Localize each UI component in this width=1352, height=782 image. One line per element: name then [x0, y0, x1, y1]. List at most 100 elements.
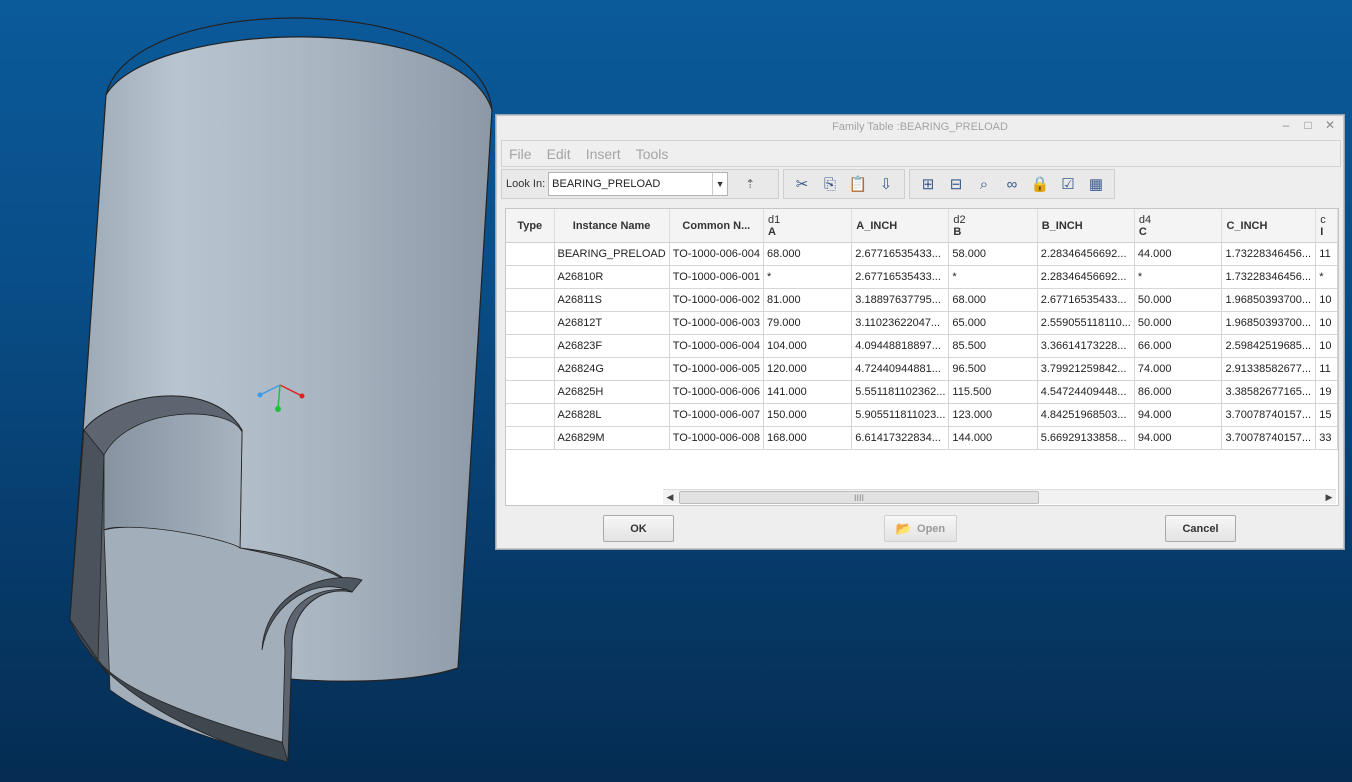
table-cell[interactable]	[506, 403, 555, 427]
table-cell[interactable]: 4.72440944881...	[851, 357, 950, 381]
table-cell[interactable]: 15	[1315, 403, 1338, 427]
table-cell[interactable]: 144.000	[948, 426, 1038, 450]
scroll-thumb[interactable]: IIII	[679, 491, 1039, 504]
table-cell[interactable]: TO-1000-006-007	[669, 403, 764, 427]
dialog-titlebar[interactable]: Family Table :BEARING_PRELOAD ‒ □ ✕	[497, 116, 1343, 138]
find-icon[interactable]: ⌕	[972, 172, 996, 196]
table-cell[interactable]: TO-1000-006-005	[669, 357, 764, 381]
table-cell[interactable]: 94.000	[1134, 426, 1223, 450]
table-cell[interactable]: 150.000	[763, 403, 853, 427]
table-cell[interactable]: 44.000	[1134, 242, 1223, 266]
table-cell[interactable]: 3.79921259842...	[1037, 357, 1135, 381]
table-cell[interactable]: 2.559055118110...	[1037, 311, 1135, 335]
column-header[interactable]: A_INCH	[851, 209, 950, 243]
column-header[interactable]: Type	[506, 209, 555, 243]
cut-icon[interactable]: ✂	[790, 172, 814, 196]
table-cell[interactable]: 74.000	[1134, 357, 1223, 381]
table-row[interactable]: A26812T TO-1000-006-003 79.000 3.1102362204…	[506, 311, 1338, 335]
table-view-icon[interactable]: ▦	[1084, 172, 1108, 196]
copy-icon[interactable]: ⎘	[818, 172, 842, 196]
table-cell[interactable]: 81.000	[763, 288, 853, 312]
table-cell[interactable]: 1.96850393700...	[1221, 288, 1317, 312]
column-header[interactable]: d2 B	[948, 209, 1038, 243]
table-cell[interactable]: 66.000	[1134, 334, 1223, 358]
table-row[interactable]: A26828L TO-1000-006-007 150.000 5.905511811…	[506, 403, 1338, 427]
table-row[interactable]: A26829M TO-1000-006-008 168.000 6.614173228…	[506, 426, 1338, 450]
table-cell[interactable]: 50.000	[1134, 311, 1223, 335]
table-cell[interactable]	[506, 357, 555, 381]
table-cell[interactable]: 104.000	[763, 334, 853, 358]
chevron-down-icon[interactable]: ▼	[712, 173, 727, 195]
table-row[interactable]: A26825H TO-1000-006-006 141.000 5.551181102…	[506, 380, 1338, 404]
table-cell[interactable]: 10	[1315, 311, 1338, 335]
table-row[interactable]: A26811S TO-1000-006-002 81.000 3.1889763779…	[506, 288, 1338, 312]
table-cell[interactable]: 86.000	[1134, 380, 1223, 404]
table-cell[interactable]: 2.91338582677...	[1221, 357, 1317, 381]
family-table-dialog[interactable]: Family Table :BEARING_PRELOAD ‒ □ ✕ File…	[496, 115, 1344, 549]
table-cell[interactable]: 68.000	[948, 288, 1038, 312]
look-in-select[interactable]: BEARING_PRELOAD ▼	[548, 172, 729, 196]
table-cell[interactable]: 4.54724409448...	[1037, 380, 1135, 404]
family-table-grid[interactable]: Type Instance Name Common N... d1 A A_INCH d2 B…	[505, 208, 1339, 506]
cancel-button[interactable]: Cancel	[1165, 515, 1236, 542]
column-header[interactable]: cI	[1315, 209, 1338, 243]
menu-tools[interactable]: Tools	[636, 146, 669, 162]
check-icon[interactable]: ☑	[1056, 172, 1080, 196]
table-cell[interactable]: 141.000	[763, 380, 853, 404]
table-cell[interactable]: 10	[1315, 334, 1338, 358]
table-cell[interactable]: 58.000	[948, 242, 1038, 266]
minimize-icon[interactable]: ‒	[1279, 118, 1293, 132]
column-header[interactable]: B_INCH	[1037, 209, 1135, 243]
table-cell[interactable]: A26824G	[554, 357, 670, 381]
table-cell[interactable]: A26810R	[554, 265, 670, 289]
ok-button[interactable]: OK	[603, 515, 674, 542]
column-header[interactable]: d4 C	[1134, 209, 1223, 243]
table-cell[interactable]: 2.59842519685...	[1221, 334, 1317, 358]
menu-file[interactable]: File	[509, 146, 532, 162]
table-cell[interactable]: TO-1000-006-006	[669, 380, 764, 404]
table-cell[interactable]: *	[1134, 265, 1223, 289]
insert-instance-icon[interactable]: ⊟	[944, 172, 968, 196]
table-cell[interactable]: 5.905511811023...	[851, 403, 950, 427]
table-row[interactable]: A26823F TO-1000-006-004 104.000 4.094488188…	[506, 334, 1338, 358]
scroll-right-icon[interactable]: ▶	[1322, 490, 1336, 504]
open-button[interactable]: 📂 Open	[884, 515, 957, 542]
column-header[interactable]: Instance Name	[554, 209, 670, 243]
table-cell[interactable]: 50.000	[1134, 288, 1223, 312]
table-cell[interactable]: 4.09448818897...	[851, 334, 950, 358]
table-cell[interactable]: 3.11023622047...	[851, 311, 950, 335]
table-cell[interactable]: 65.000	[948, 311, 1038, 335]
table-cell[interactable]: 85.500	[948, 334, 1038, 358]
table-cell[interactable]: TO-1000-006-002	[669, 288, 764, 312]
table-cell[interactable]: *	[1315, 265, 1338, 289]
table-cell[interactable]: 1.96850393700...	[1221, 311, 1317, 335]
table-cell[interactable]: 10	[1315, 288, 1338, 312]
table-cell[interactable]: 11	[1315, 242, 1338, 266]
column-header[interactable]: d1 A	[763, 209, 853, 243]
table-cell[interactable]: 3.70078740157...	[1221, 426, 1317, 450]
table-cell[interactable]: TO-1000-006-004	[669, 242, 764, 266]
table-cell[interactable]	[506, 311, 555, 335]
table-cell[interactable]: *	[763, 265, 853, 289]
table-cell[interactable]: *	[948, 265, 1038, 289]
table-cell[interactable]: 3.70078740157...	[1221, 403, 1317, 427]
table-cell[interactable]: 94.000	[1134, 403, 1223, 427]
table-cell[interactable]: 123.000	[948, 403, 1038, 427]
table-cell[interactable]: TO-1000-006-008	[669, 426, 764, 450]
table-cell[interactable]: 5.66929133858...	[1037, 426, 1135, 450]
table-cell[interactable]	[506, 265, 555, 289]
column-header[interactable]: Common N...	[669, 209, 764, 243]
table-cell[interactable]: TO-1000-006-004	[669, 334, 764, 358]
lock-icon[interactable]: 🔒	[1028, 172, 1052, 196]
scroll-left-icon[interactable]: ◀	[663, 490, 677, 504]
table-cell[interactable]: 1.73228346456...	[1221, 265, 1317, 289]
table-cell[interactable]	[506, 380, 555, 404]
column-header[interactable]: C_INCH	[1221, 209, 1317, 243]
bearing-model[interactable]	[69, 17, 493, 763]
maximize-icon[interactable]: □	[1301, 118, 1315, 132]
table-cell[interactable]: 1.73228346456...	[1221, 242, 1317, 266]
table-cell[interactable]: 2.28346456692...	[1037, 242, 1135, 266]
table-cell[interactable]: A26812T	[554, 311, 670, 335]
paste-icon[interactable]: 📋	[846, 172, 870, 196]
table-row[interactable]: A26824G TO-1000-006-005 120.000 4.724409448…	[506, 357, 1338, 381]
